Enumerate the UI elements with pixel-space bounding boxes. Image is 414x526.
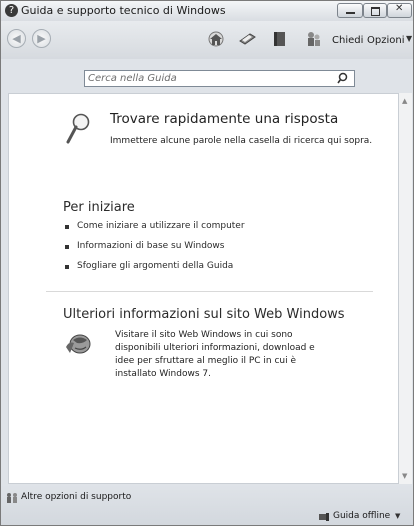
quick-answer-title: Trovare rapidamente una risposta — [110, 111, 339, 127]
offline-help-button[interactable]: Guida offline — [333, 511, 390, 521]
list-item[interactable]: Come iniziare a utilizzare il computer — [65, 221, 245, 241]
title-bar: ? Guida e supporto tecnico di Windows — [1, 1, 413, 21]
section-divider — [46, 291, 373, 292]
forward-arrow-icon: ▶ — [37, 32, 46, 45]
browse-help-icon[interactable] — [271, 31, 289, 47]
getting-started-title: Per iniziare — [63, 200, 135, 215]
web-info-title: Ulteriori informazioni sul sito Web Wind… — [63, 307, 345, 322]
print-icon[interactable] — [238, 31, 256, 47]
scroll-up-icon[interactable]: ▲ — [402, 97, 407, 105]
toolbar: ◀ ▶ Chiedi Opzioni ▼ — [1, 21, 413, 59]
options-chevron-down-icon[interactable]: ▼ — [406, 34, 412, 43]
list-item[interactable]: Informazioni di base su Windows — [65, 241, 245, 261]
search-box[interactable] — [84, 70, 355, 87]
globe-icon — [66, 334, 91, 354]
forward-button[interactable]: ▶ — [32, 29, 51, 48]
window-title: Guida e supporto tecnico di Windows — [21, 4, 226, 17]
help-window: ? Guida e supporto tecnico di Windows ◀ … — [0, 0, 414, 526]
search-input[interactable] — [88, 72, 328, 85]
getting-started-list: Come iniziare a utilizzare il computer I… — [65, 221, 245, 281]
maximize-button[interactable] — [363, 3, 387, 18]
scroll-down-icon[interactable]: ▼ — [402, 472, 407, 480]
more-support-options-link[interactable]: Altre opzioni di supporto — [21, 492, 131, 502]
magnifier-icon — [66, 113, 90, 144]
home-icon[interactable] — [207, 31, 225, 47]
vertical-scrollbar[interactable]: ▲ ▼ — [399, 93, 412, 484]
ask-menu[interactable]: Chiedi — [332, 35, 363, 46]
options-menu[interactable]: Opzioni — [367, 35, 404, 46]
support-people-icon — [7, 493, 17, 503]
help-content: Trovare rapidamente una risposta Immette… — [8, 93, 399, 484]
offline-chevron-down-icon[interactable]: ▼ — [395, 512, 400, 520]
status-bar: Altre opzioni di supporto Guida offline … — [1, 485, 413, 525]
web-info-description: Visitare il sito Web Windows in cui sono… — [115, 330, 315, 379]
quick-answer-description: Immettere alcune parole nella casella di… — [110, 136, 373, 146]
list-item[interactable]: Sfogliare gli argomenti della Guida — [65, 261, 245, 281]
back-arrow-icon: ◀ — [12, 32, 21, 45]
minimize-button[interactable] — [337, 3, 363, 18]
back-button[interactable]: ◀ — [7, 29, 26, 48]
ask-people-icon[interactable] — [305, 31, 323, 47]
search-icon[interactable] — [337, 72, 348, 85]
offline-help-icon — [319, 513, 329, 521]
close-button[interactable] — [387, 3, 412, 18]
help-app-icon: ? — [5, 4, 18, 17]
